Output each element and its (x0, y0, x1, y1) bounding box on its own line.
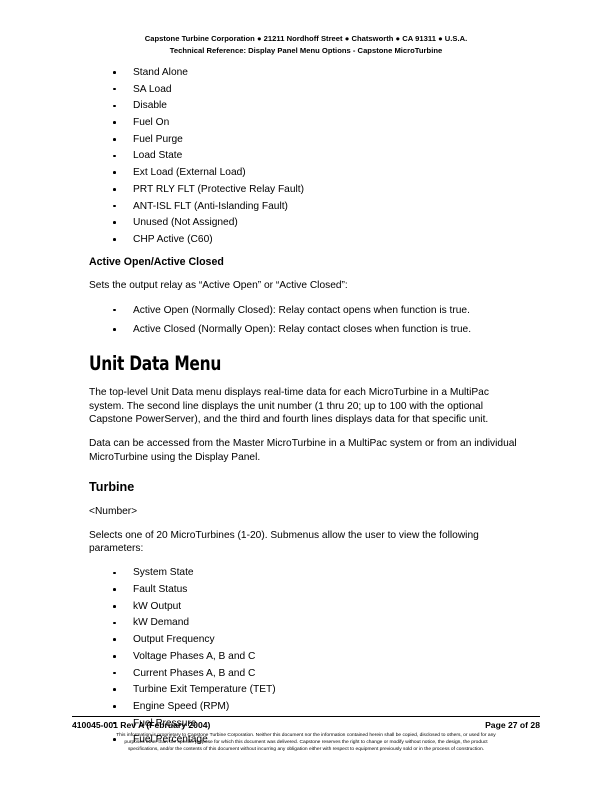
list-item-label: System State (133, 567, 194, 579)
list-item: Active Open (Normally Closed): Relay con… (89, 304, 521, 317)
bullet-icon (113, 308, 116, 312)
footer-legal-notice: This information is proprietary to Capst… (72, 733, 540, 753)
document-header: Capstone Turbine Corporation ● 21211 Nor… (72, 33, 540, 57)
bullet-icon (113, 328, 116, 331)
list-item-label: Engine Speed (RPM) (133, 700, 230, 712)
list-item-label: Active Closed (Normally Open): Relay con… (133, 323, 472, 335)
list-item-label: Fault Status (133, 584, 188, 596)
turbine-paragraph: Selects one of 20 MicroTurbines (1-20). … (89, 529, 479, 555)
bullet-icon (113, 171, 116, 174)
list-item: Engine Speed (RPM) (89, 700, 521, 713)
list-item-label: kW Output (133, 600, 182, 612)
list-item-label: Current Phases A, B and C (133, 667, 256, 679)
list-item: Load State (89, 149, 521, 162)
bullet-icon (113, 588, 116, 591)
list-item: kW Output (89, 600, 521, 613)
active-open-closed-list: Active Open (Normally Closed): Relay con… (89, 304, 521, 337)
footer-page-number: Page 27 of 28 (485, 720, 540, 731)
list-item: Turbine Exit Temperature (TET) (89, 683, 521, 696)
bullet-icon (113, 604, 116, 608)
list-item-label: kW Demand (133, 617, 190, 629)
list-item: Active Closed (Normally Open): Relay con… (89, 323, 521, 336)
list-item-label: Output Frequency (133, 634, 215, 646)
list-item-label: Fuel On (133, 117, 170, 129)
bullet-icon (113, 121, 116, 124)
list-item-label: Load State (133, 150, 183, 162)
bullet-icon (113, 638, 116, 641)
legal-line-1: This information is proprietary to Capst… (116, 733, 496, 739)
list-item: ANT-ISL FLT (Anti-Islanding Fault) (89, 200, 521, 213)
bullet-icon (113, 705, 116, 708)
list-item: Fault Status (89, 583, 521, 596)
unit-data-menu-paragraph-1: The top-level Unit Data menu displays re… (89, 387, 489, 425)
bullet-icon (113, 671, 116, 675)
list-item-label: Unused (Not Assigned) (133, 217, 238, 229)
legal-line-3: specifications, and/or the contents of t… (127, 746, 485, 752)
list-item: Current Phases A, B and C (89, 667, 521, 680)
list-item: Voltage Phases A, B and C (89, 650, 521, 663)
bullet-icon (113, 621, 116, 625)
list-item: Fuel Purge (89, 133, 521, 146)
active-open-closed-intro: Sets the output relay as “Active Open” o… (89, 280, 348, 292)
list-item: SA Load (89, 83, 521, 96)
bullet-icon (113, 221, 116, 224)
bullet-icon (113, 571, 116, 575)
list-item-label: Ext Load (External Load) (133, 167, 246, 179)
document-body: Stand Alone SA Load Disable Fuel On Fuel… (89, 66, 521, 753)
list-item: Stand Alone (89, 66, 521, 79)
document-page: Capstone Turbine Corporation ● 21211 Nor… (0, 0, 612, 792)
list-item-label: Fuel Purge (133, 133, 183, 145)
bullet-icon (113, 688, 116, 692)
bullet-icon (113, 137, 116, 141)
list-item: Unused (Not Assigned) (89, 216, 521, 229)
turbine-number-label: <Number> (89, 506, 138, 518)
bullet-icon (113, 104, 116, 108)
list-item: Fuel On (89, 116, 521, 129)
bullet-icon (113, 87, 116, 91)
bullet-icon (113, 71, 116, 74)
bullet-icon (113, 204, 116, 208)
list-item-label: Turbine Exit Temperature (TET) (133, 684, 276, 696)
list-item: System State (89, 566, 521, 579)
footer-top-row: 410045-001 Rev A (February 2004) Page 27… (72, 720, 540, 731)
list-item-label: CHP Active (C60) (133, 233, 213, 245)
list-item: Ext Load (External Load) (89, 166, 521, 179)
list-item-label: Voltage Phases A, B and C (133, 650, 256, 662)
list-item-label: Disable (133, 100, 167, 112)
bullet-icon (113, 655, 116, 658)
bullet-icon (113, 188, 116, 191)
bullet-icon (113, 154, 116, 158)
list-item: PRT RLY FLT (Protective Relay Fault) (89, 183, 521, 196)
legal-line-2: purposes other than the specific purpose… (124, 739, 488, 745)
list-item-label: Active Open (Normally Closed): Relay con… (133, 304, 470, 316)
bullet-icon (113, 238, 116, 241)
list-item: kW Demand (89, 616, 521, 629)
document-footer: 410045-001 Rev A (February 2004) Page 27… (72, 716, 540, 753)
list-item: Disable (89, 99, 521, 112)
list-item: CHP Active (C60) (89, 233, 521, 246)
header-company-line: Capstone Turbine Corporation ● 21211 Nor… (144, 34, 468, 43)
header-title-line: Technical Reference: Display Panel Menu … (169, 46, 443, 56)
active-open-closed-heading: Active Open/Active Closed (89, 256, 224, 269)
list-item: Output Frequency (89, 633, 521, 646)
unit-data-menu-heading: Unit Data Menu (89, 352, 222, 376)
relay-options-list: Stand Alone SA Load Disable Fuel On Fuel… (89, 66, 521, 246)
turbine-heading: Turbine (89, 480, 135, 495)
list-item-label: Stand Alone (133, 67, 188, 78)
unit-data-menu-paragraph-2: Data can be accessed from the Master Mic… (89, 438, 517, 463)
footer-document-id: 410045-001 Rev A (February 2004) (72, 720, 211, 731)
list-item-label: ANT-ISL FLT (Anti-Islanding Fault) (133, 200, 288, 212)
footer-divider (72, 716, 540, 718)
list-item-label: SA Load (133, 83, 172, 95)
list-item-label: PRT RLY FLT (Protective Relay Fault) (133, 183, 304, 195)
